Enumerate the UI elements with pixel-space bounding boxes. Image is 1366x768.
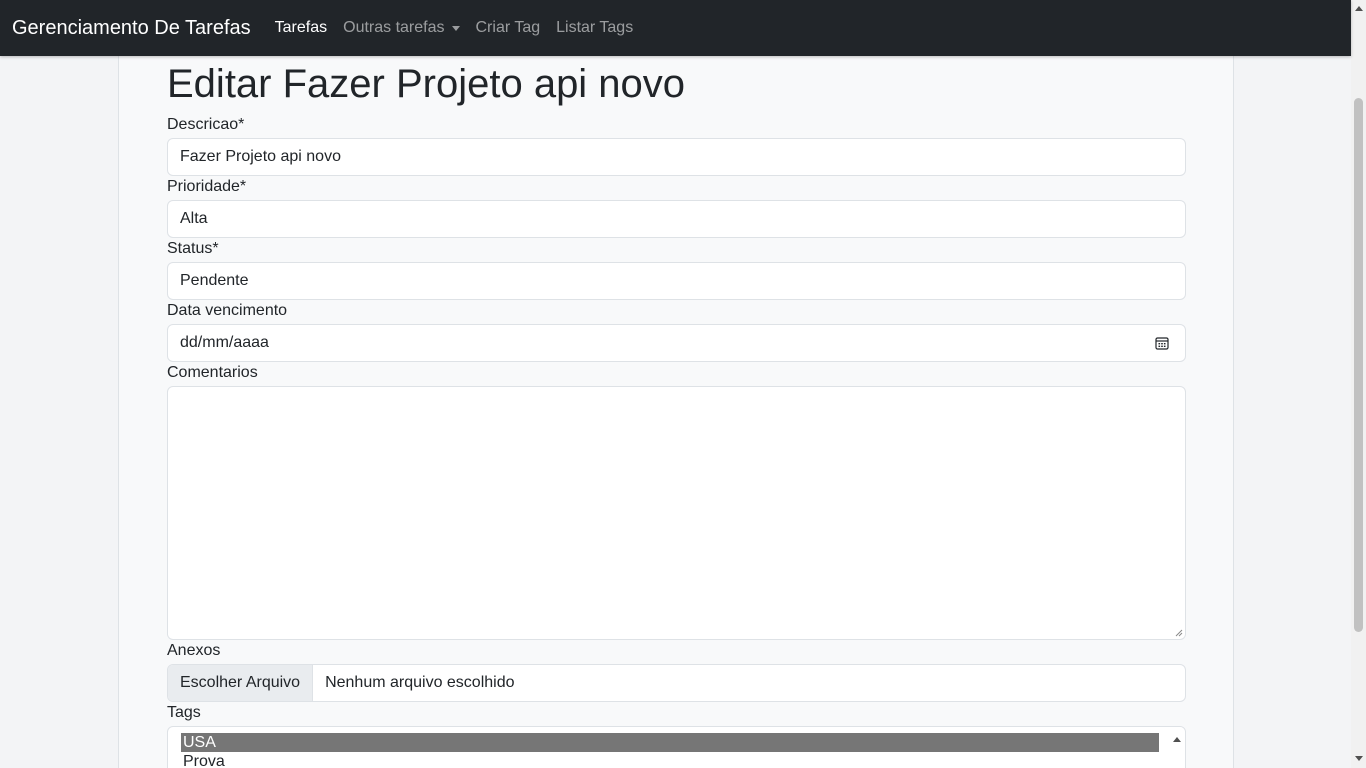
scroll-up-arrow-icon[interactable] bbox=[1355, 6, 1363, 11]
tags-label: Tags bbox=[167, 704, 201, 721]
nav-link-tarefas[interactable]: Tarefas bbox=[267, 19, 335, 37]
nav-link-tarefas-label: Tarefas bbox=[274, 19, 328, 36]
file-status-text: Nenhum arquivo escolhido bbox=[325, 674, 515, 691]
comentarios-textarea[interactable] bbox=[167, 386, 1186, 640]
resize-handle-icon[interactable] bbox=[1175, 629, 1183, 637]
data-vencimento-value: dd/mm/aaaa bbox=[180, 334, 269, 351]
scroll-up-arrow-icon[interactable] bbox=[1173, 737, 1181, 742]
nav-link-listar-tags-label: Listar Tags bbox=[556, 19, 634, 36]
tags-multiselect[interactable]: USA Prova bbox=[167, 726, 1186, 768]
page-scrollbar[interactable] bbox=[1351, 0, 1366, 768]
page-title: Editar Fazer Projeto api novo bbox=[167, 62, 686, 106]
prioridade-input[interactable]: Alta bbox=[167, 200, 1186, 238]
status-value: Pendente bbox=[180, 272, 249, 289]
descricao-input[interactable]: Fazer Projeto api novo bbox=[167, 138, 1186, 176]
scrollbar-thumb[interactable] bbox=[1354, 98, 1363, 632]
comentarios-label: Comentarios bbox=[167, 364, 258, 381]
nav-link-criar-tag[interactable]: Criar Tag bbox=[468, 19, 549, 37]
status-input[interactable]: Pendente bbox=[167, 262, 1186, 300]
tag-option-prova[interactable]: Prova bbox=[181, 752, 1159, 768]
anexos-file-input[interactable]: Escolher Arquivo Nenhum arquivo escolhid… bbox=[167, 664, 1186, 702]
nav-link-criar-tag-label: Criar Tag bbox=[475, 19, 541, 36]
choose-file-button[interactable]: Escolher Arquivo bbox=[168, 665, 314, 701]
descricao-value: Fazer Projeto api novo bbox=[180, 148, 341, 165]
anexos-label: Anexos bbox=[167, 642, 221, 659]
prioridade-label: Prioridade* bbox=[167, 178, 247, 195]
tags-scrollbar[interactable] bbox=[1170, 727, 1185, 768]
nav-dropdown-outras-tarefas[interactable]: Outras tarefas bbox=[335, 19, 467, 37]
prioridade-value: Alta bbox=[180, 210, 208, 227]
tag-option-usa[interactable]: USA bbox=[181, 733, 1159, 752]
navbar-brand[interactable]: Gerenciamento De Tarefas bbox=[12, 17, 251, 40]
data-vencimento-input[interactable]: dd/mm/aaaa bbox=[167, 324, 1186, 362]
nav-link-listar-tags[interactable]: Listar Tags bbox=[548, 19, 641, 37]
top-navbar: Gerenciamento De Tarefas Tarefas Outras … bbox=[0, 0, 1351, 56]
descricao-label: Descricao* bbox=[167, 116, 245, 133]
nav-dropdown-label: Outras tarefas bbox=[343, 19, 445, 36]
scroll-down-arrow-icon[interactable] bbox=[1355, 756, 1363, 761]
status-label: Status* bbox=[167, 240, 219, 257]
caret-down-icon bbox=[451, 25, 460, 31]
data-vencimento-label: Data vencimento bbox=[167, 302, 288, 319]
calendar-icon[interactable] bbox=[1155, 336, 1169, 350]
main-container: Editar Fazer Projeto api novo Descricao*… bbox=[118, 0, 1234, 768]
